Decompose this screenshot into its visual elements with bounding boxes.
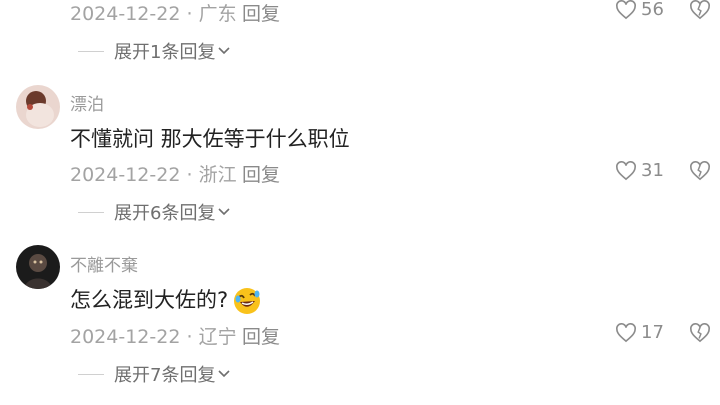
avatar-image [16,85,60,129]
avatar[interactable] [16,85,60,129]
dislike-button[interactable] [689,323,711,347]
broken-heart-icon [690,0,710,20]
comment-location: 广东 [198,3,237,25]
comment-location: 浙江 [198,164,237,186]
username[interactable]: 不離不棄 [70,251,138,276]
expand-replies-button[interactable]: 展开6条回复 [78,199,231,225]
comment-date: 2024-12-22 [70,326,181,348]
expand-replies-button[interactable]: 展开1条回复 [78,38,231,64]
chevron-down-icon [218,47,231,55]
comment-text: 怎么混到大佐的? [70,284,262,316]
rolling-laugh-emoji [234,288,261,314]
reply-button[interactable]: 回复 [242,160,280,187]
dislike-button[interactable] [689,0,711,24]
chevron-down-icon [218,208,231,216]
comment-meta: 2024-12-22 · 辽宁 [70,326,237,348]
broken-heart-icon [690,161,710,181]
like-button[interactable]: 31 [615,160,664,181]
avatar-image [16,245,60,289]
divider [78,50,104,52]
dislike-button[interactable] [689,161,711,185]
like-count: 17 [641,322,664,343]
comment-meta: 2024-12-22 · 浙江 [70,164,237,186]
like-count: 31 [641,160,664,181]
broken-heart-icon [690,323,710,343]
divider [78,373,104,375]
chevron-down-icon [218,370,231,378]
like-count: 56 [641,0,664,20]
heart-icon [616,322,636,342]
comment-date: 2024-12-22 [70,3,181,25]
comment-location: 辽宁 [198,326,237,348]
comment-text: 不懂就问 那大佐等于什么职位 [70,127,350,151]
comment-meta: 2024-12-22 · 广东 [70,3,237,25]
reply-button[interactable]: 回复 [242,0,280,26]
expand-replies-button[interactable]: 展开7条回复 [78,361,231,387]
like-button[interactable]: 17 [615,322,664,343]
avatar[interactable] [16,245,60,289]
username[interactable]: 漂泊 [70,90,104,115]
heart-icon [616,160,636,180]
like-button[interactable]: 56 [615,0,664,20]
divider [78,211,104,213]
comment-date: 2024-12-22 [70,164,181,186]
reply-button[interactable]: 回复 [242,322,280,349]
heart-icon [616,0,636,19]
